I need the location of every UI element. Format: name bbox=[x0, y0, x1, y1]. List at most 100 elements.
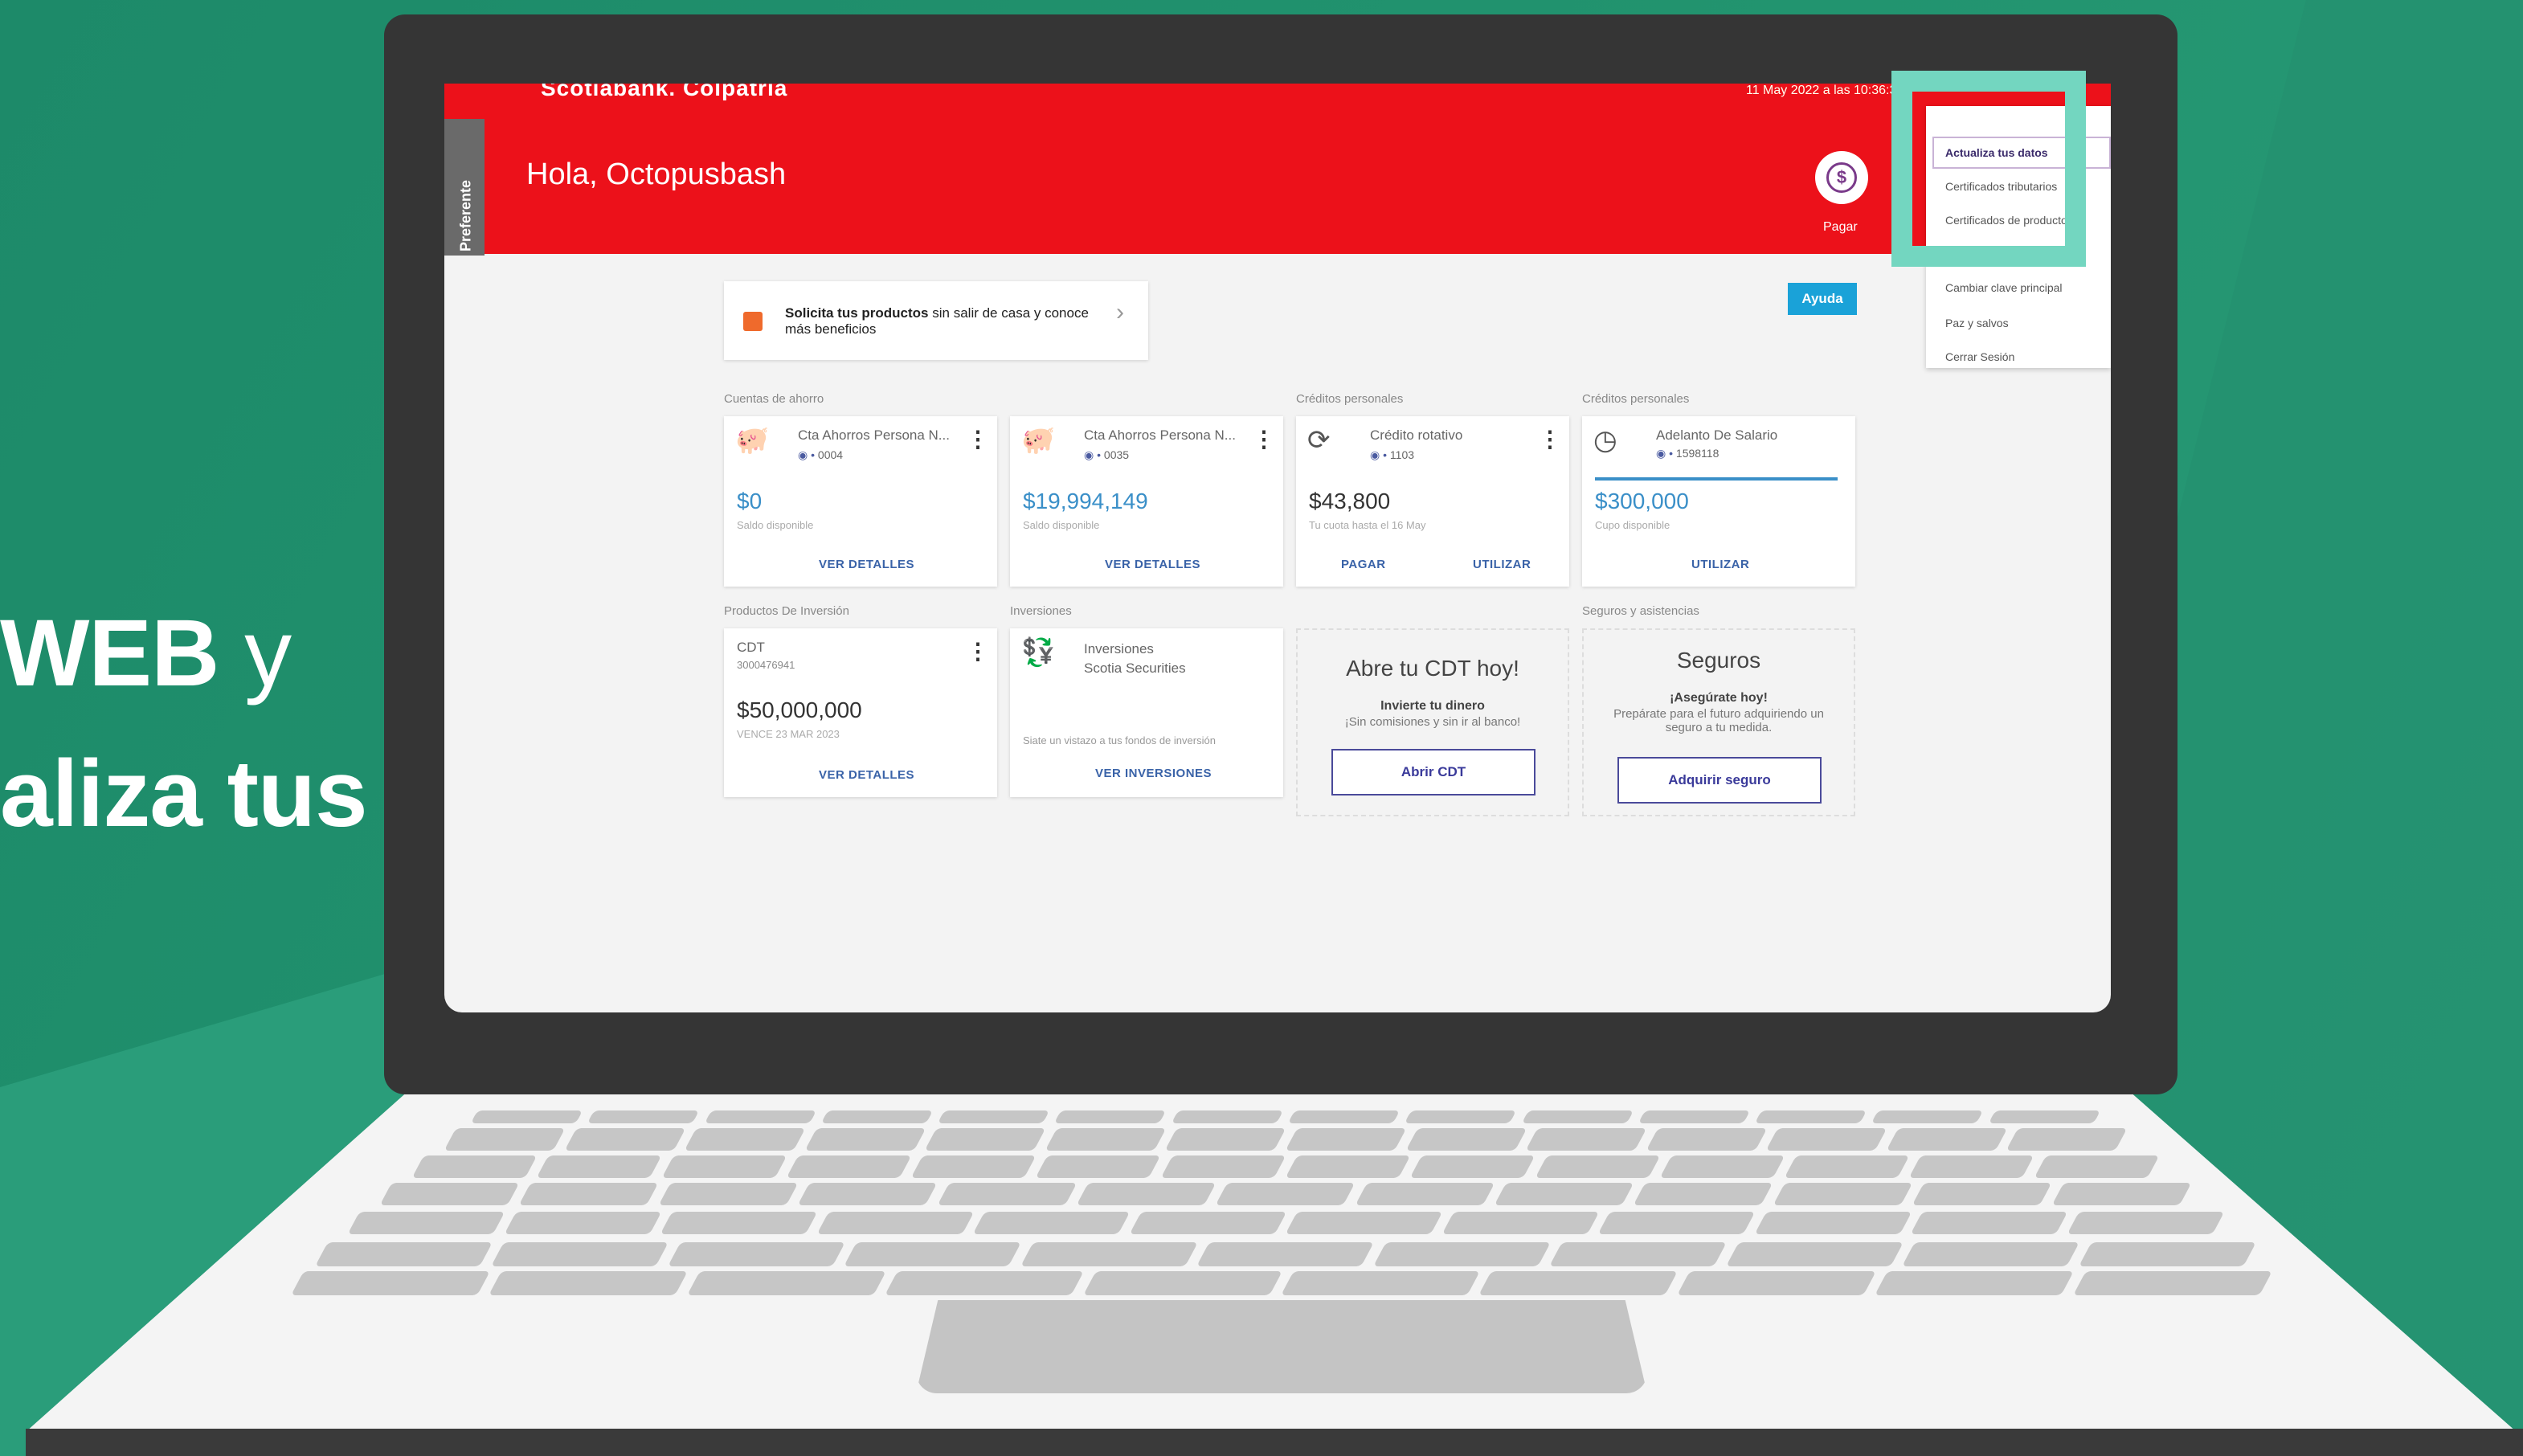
more-options-icon[interactable]: ⋮ bbox=[967, 638, 989, 665]
keyboard-key bbox=[1287, 1110, 1401, 1123]
pay-link[interactable]: PAGAR bbox=[1341, 558, 1386, 571]
keyboard-key bbox=[1285, 1155, 1411, 1178]
keyboard-key bbox=[658, 1183, 799, 1205]
keyboard-key bbox=[1525, 1128, 1647, 1151]
account-number: 0035 bbox=[1084, 448, 1129, 462]
rotating-credit-icon: ⟳ bbox=[1307, 425, 1331, 456]
available-quota: $300,000 bbox=[1595, 489, 1689, 513]
keyboard-key bbox=[1441, 1212, 1599, 1234]
keyboard-key bbox=[686, 1271, 887, 1295]
keyboard-key bbox=[910, 1155, 1037, 1178]
buy-insurance-button[interactable]: Adquirir seguro bbox=[1617, 757, 1822, 804]
keyboard-key bbox=[1082, 1271, 1282, 1295]
highlight-box bbox=[1891, 71, 2086, 267]
open-cdt-button[interactable]: Abrir CDT bbox=[1331, 749, 1535, 795]
keyboard-key bbox=[1535, 1155, 1661, 1178]
keyboard-key bbox=[667, 1242, 846, 1266]
view-investments-link[interactable]: VER INVERSIONES bbox=[1095, 767, 1212, 780]
menu-item-change-password[interactable]: Cambiar clave principal bbox=[1945, 281, 2063, 294]
use-link[interactable]: UTILIZAR bbox=[1691, 558, 1749, 571]
keyboard-key bbox=[1886, 1128, 2007, 1151]
keyboard-key bbox=[1676, 1271, 1877, 1295]
keyboard-key bbox=[1784, 1155, 1910, 1178]
keyboard-key bbox=[1754, 1212, 1912, 1234]
side-heading-line1: WEB y bbox=[0, 600, 292, 706]
keyboard-key bbox=[1405, 1110, 1517, 1123]
app-header: Scotiabank. Colpatria 11 May 2022 a las … bbox=[444, 84, 2111, 256]
menu-item-paz-y-salvos[interactable]: Paz y salvos bbox=[1945, 317, 2009, 329]
keyboard-key bbox=[937, 1183, 1077, 1205]
keyboard-key bbox=[1045, 1128, 1166, 1151]
view-details-link[interactable]: VER DETALLES bbox=[819, 558, 914, 571]
insurance-title: Seguros bbox=[1676, 648, 1761, 673]
keyboard-key bbox=[379, 1183, 520, 1205]
keyboard-key bbox=[786, 1155, 912, 1178]
bank-logo: Scotiabank. Colpatria bbox=[541, 84, 788, 100]
keyboard-key bbox=[816, 1212, 974, 1234]
keyboard-key bbox=[1409, 1155, 1536, 1178]
use-link[interactable]: UTILIZAR bbox=[1473, 558, 1531, 571]
cdt-name: CDT bbox=[737, 640, 765, 655]
account-name: Cta Ahorros Persona N... bbox=[1084, 427, 1236, 443]
keyboard-key bbox=[1372, 1242, 1552, 1266]
greeting: Hola, Octopusbash bbox=[526, 157, 787, 191]
keyboard-key bbox=[924, 1128, 1046, 1151]
insurance-desc: Prepárate para el futuro adquiriendo un … bbox=[1613, 707, 1824, 734]
keyboard-key bbox=[885, 1271, 1085, 1295]
keyboard-key bbox=[1076, 1183, 1217, 1205]
keyboard-key bbox=[444, 1128, 566, 1151]
keyboard-key bbox=[1478, 1271, 1679, 1295]
balance: $0 bbox=[737, 489, 763, 513]
investments-desc: Siate un vistazo a tus fondos de inversi… bbox=[1023, 734, 1216, 746]
preferente-tab[interactable]: Preferente bbox=[444, 119, 485, 256]
keyboard-key bbox=[1405, 1128, 1527, 1151]
account-number: 0004 bbox=[798, 448, 843, 462]
keyboard-key bbox=[347, 1212, 505, 1234]
view-details-link[interactable]: VER DETALLES bbox=[819, 768, 914, 782]
more-options-icon[interactable]: ⋮ bbox=[1539, 426, 1561, 452]
chevron-right-icon: › bbox=[1116, 299, 1124, 325]
keyboard-key bbox=[1902, 1242, 2080, 1266]
keyboard-key bbox=[797, 1183, 938, 1205]
menu-item-logout[interactable]: Cerrar Sesión bbox=[1945, 350, 2014, 363]
keyboard-key bbox=[1871, 1110, 1984, 1123]
pay-button[interactable]: $ bbox=[1815, 151, 1868, 204]
keyboard-key bbox=[937, 1110, 1050, 1123]
help-button[interactable]: Ayuda bbox=[1788, 283, 1857, 315]
more-options-icon[interactable]: ⋮ bbox=[967, 426, 989, 452]
quota-progress bbox=[1595, 477, 1838, 481]
section-investment-products: Productos De Inversión bbox=[724, 604, 849, 618]
keyboard-key bbox=[844, 1242, 1022, 1266]
view-details-link[interactable]: VER DETALLES bbox=[1105, 558, 1200, 571]
keyboard-key bbox=[291, 1271, 491, 1295]
savings-card-2: 🐖 Cta Ahorros Persona N... 0035 ⋮ $19,99… bbox=[1010, 416, 1283, 587]
promo-banner[interactable]: Solicita tus productos sin salir de casa… bbox=[724, 281, 1148, 360]
payment-amount: $43,800 bbox=[1309, 489, 1391, 513]
section-savings: Cuentas de ahorro bbox=[724, 392, 824, 406]
keyboard-key bbox=[587, 1110, 700, 1123]
keyboard-key bbox=[1171, 1110, 1284, 1123]
pay-label: Pagar bbox=[1823, 220, 1858, 234]
keyboard-key bbox=[2067, 1212, 2224, 1234]
open-cdt-desc: ¡Sin comisiones y sin ir al banco! bbox=[1344, 715, 1521, 729]
balance-label: Saldo disponible bbox=[737, 519, 814, 531]
keyboard-key bbox=[1160, 1155, 1286, 1178]
last-login-date: 11 May 2022 a las 10:36:35 bbox=[1746, 84, 1904, 97]
piggy-bank-icon: 🐖 bbox=[1021, 425, 1056, 456]
more-options-icon[interactable]: ⋮ bbox=[1253, 426, 1275, 452]
keyboard-key bbox=[1754, 1110, 1867, 1123]
advance-number: 1598118 bbox=[1656, 447, 1719, 460]
keyboard-key bbox=[1355, 1183, 1495, 1205]
balance: $19,994,149 bbox=[1023, 489, 1148, 513]
keyboard-key bbox=[489, 1271, 689, 1295]
salary-advance-card: ◷ Adelanto De Salario 1598118 $300,000 C… bbox=[1582, 416, 1855, 587]
keyboard-key bbox=[1549, 1242, 1728, 1266]
promo-text: Solicita tus productos sin salir de casa… bbox=[785, 305, 1089, 337]
savings-card-1: 🐖 Cta Ahorros Persona N... 0004 ⋮ $0 Sal… bbox=[724, 416, 997, 587]
keyboard-key bbox=[1634, 1183, 1774, 1205]
keyboard-key bbox=[1285, 1212, 1442, 1234]
credit-name: Crédito rotativo bbox=[1370, 427, 1463, 443]
keyboard-key bbox=[661, 1155, 787, 1178]
dollar-icon: $ bbox=[1826, 162, 1857, 193]
open-cdt-subtitle: Invierte tu dinero bbox=[1380, 699, 1485, 713]
